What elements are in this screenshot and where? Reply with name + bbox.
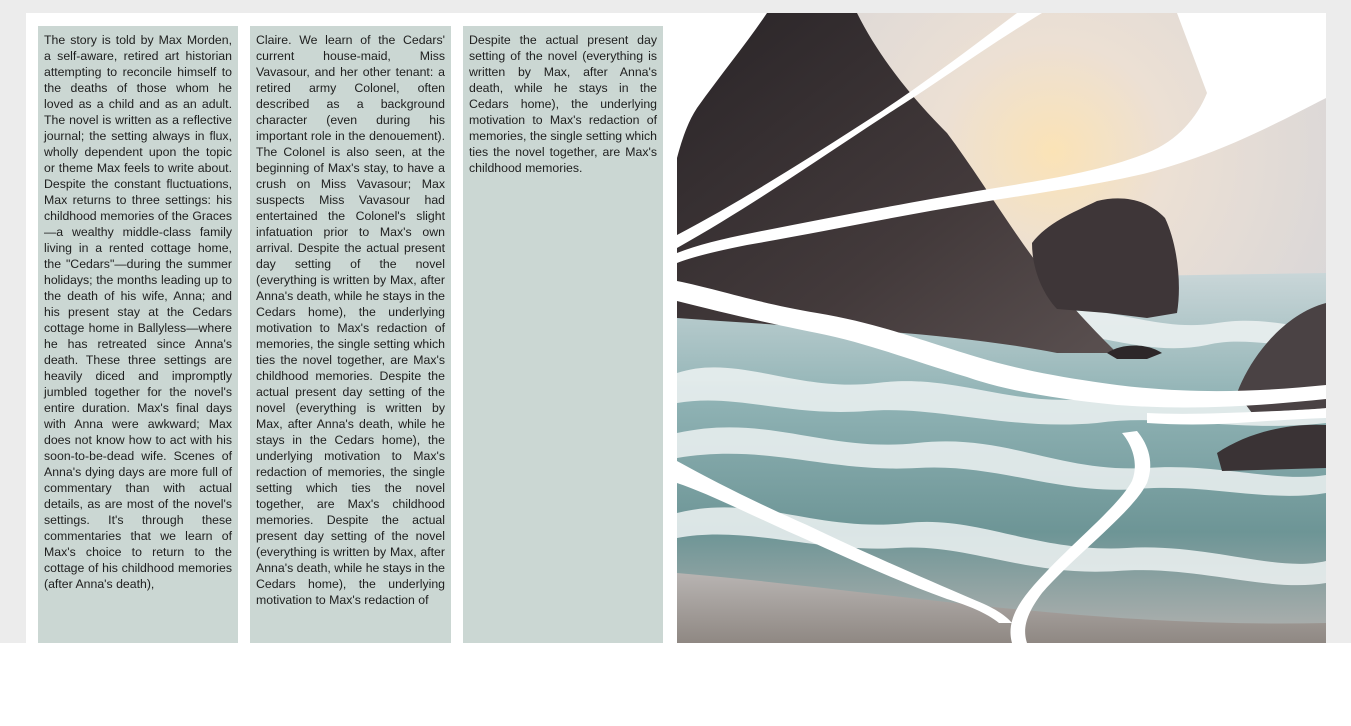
text-column-2: Claire. We learn of the Cedars' current … — [250, 26, 451, 643]
shattered-seascape-image — [677, 13, 1326, 643]
column-2-text: Claire. We learn of the Cedars' current … — [256, 33, 445, 607]
column-3-text: Despite the actual present day setting o… — [469, 33, 657, 175]
text-column-3: Despite the actual present day setting o… — [463, 26, 663, 643]
column-1-text: The story is told by Max Morden, a self-… — [44, 33, 232, 591]
article-page: The story is told by Max Morden, a self-… — [26, 13, 1326, 643]
text-column-1: The story is told by Max Morden, a self-… — [38, 26, 238, 643]
